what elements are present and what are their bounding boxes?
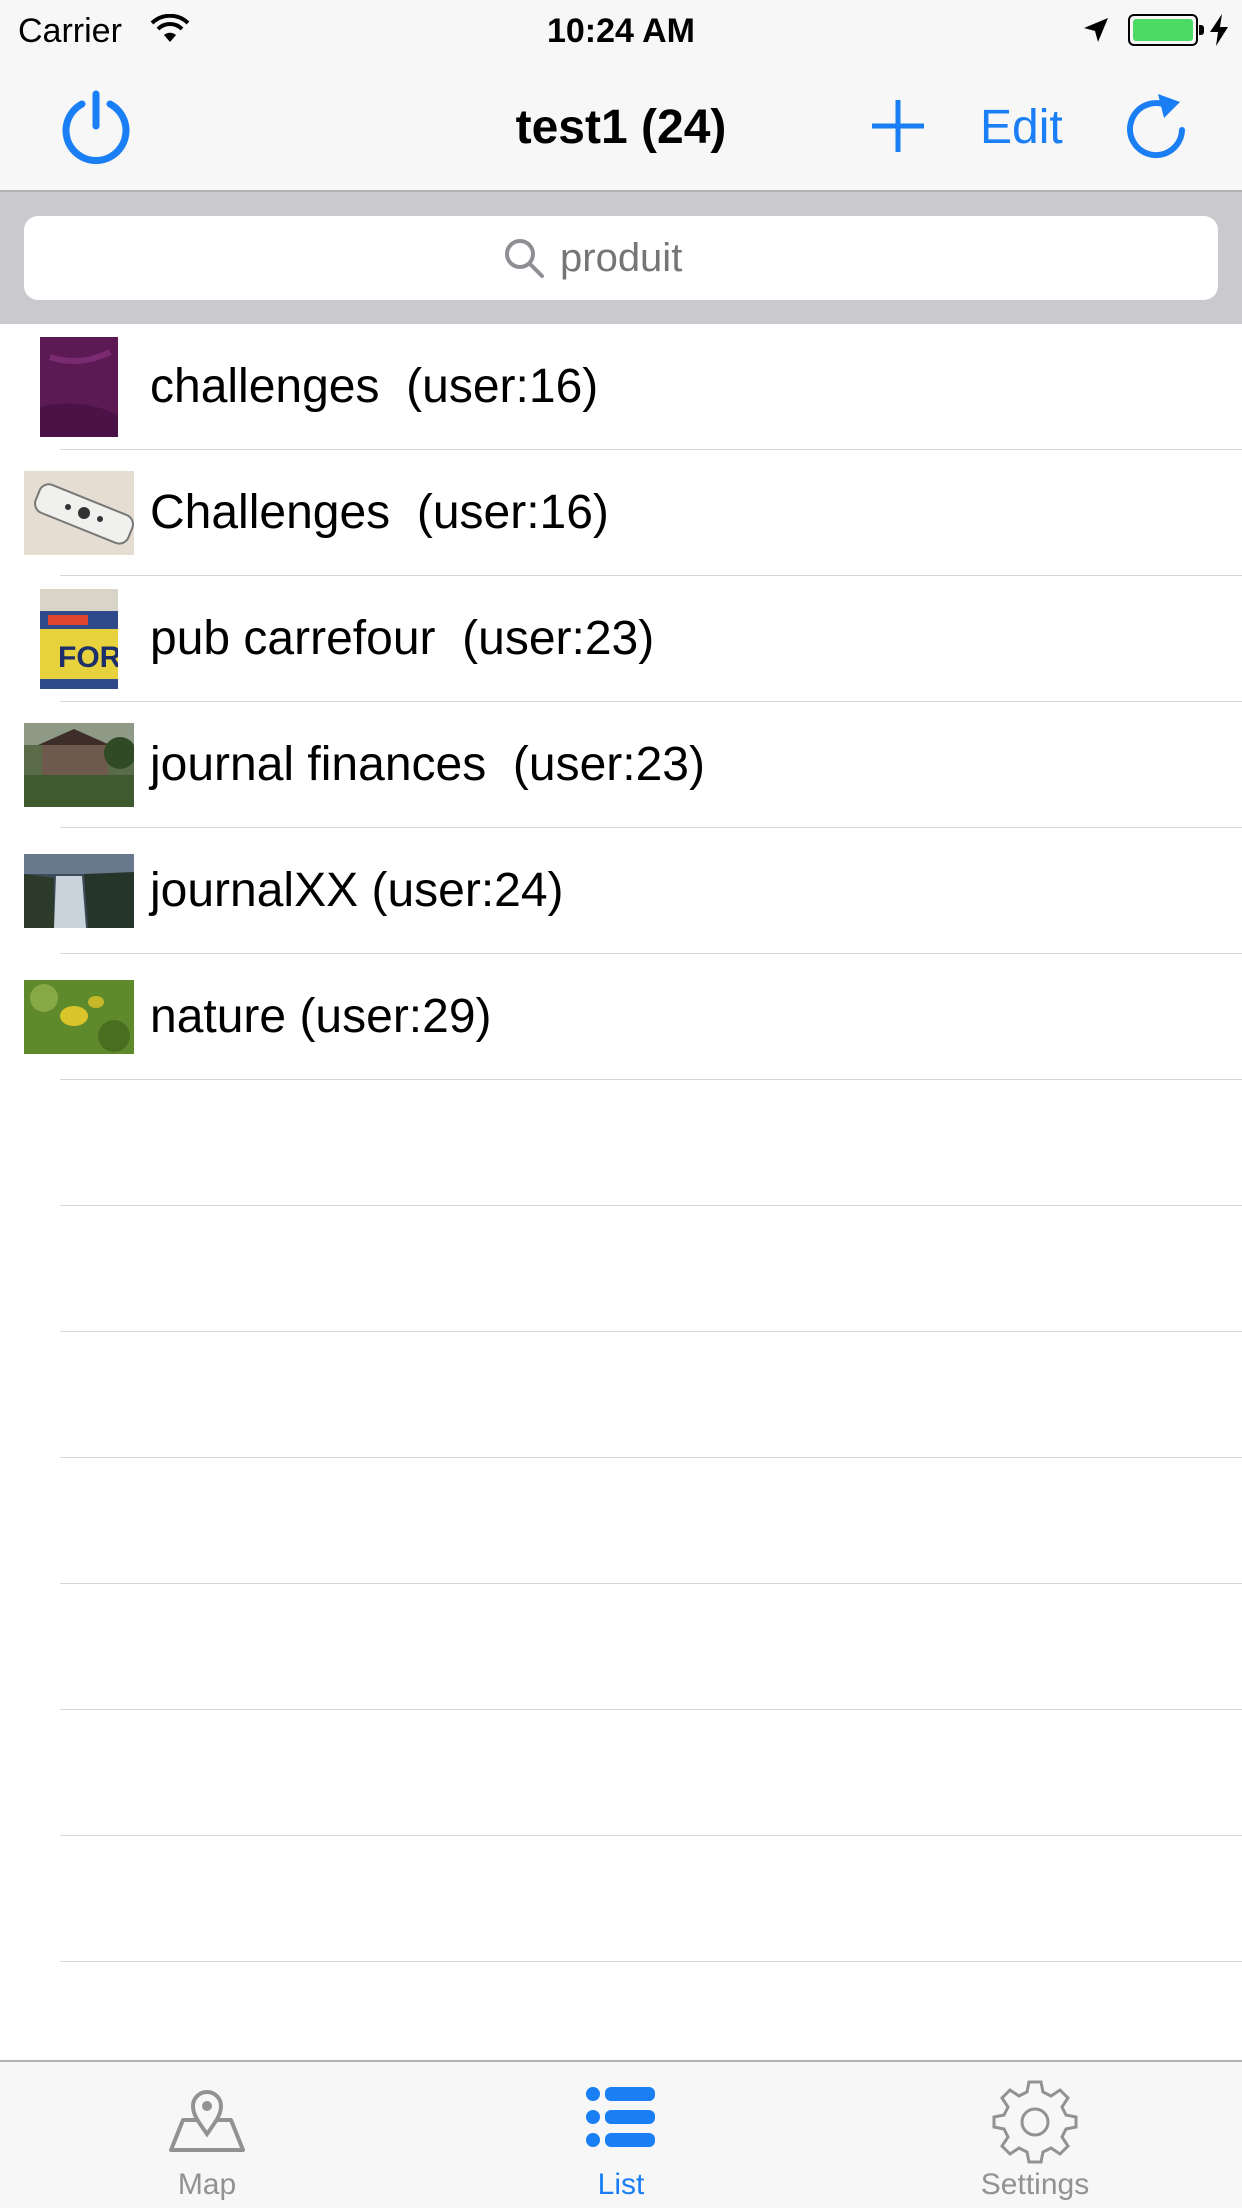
refresh-button[interactable]	[1124, 90, 1190, 160]
list-item[interactable]: Challenges (user:16)	[0, 450, 1242, 576]
empty-row	[0, 1206, 1242, 1332]
tab-list[interactable]: List	[414, 2062, 828, 2208]
tab-bar: Map List Settings	[0, 2060, 1242, 2208]
list-item[interactable]: journalXX (user:24)	[0, 828, 1242, 954]
empty-row	[0, 1836, 1242, 1962]
empty-row	[0, 1080, 1242, 1206]
tab-label: List	[597, 2168, 645, 2201]
battery-icon	[1128, 14, 1204, 46]
search-field[interactable]	[24, 216, 1218, 300]
item-list: challenges (user:16) Challenges (user:16…	[0, 324, 1242, 1962]
carrefour-flyer-thumbnail: FOR	[40, 588, 118, 689]
list-item[interactable]: challenges (user:16)	[0, 324, 1242, 450]
tab-label: Map	[177, 2168, 237, 2201]
status-bar: Carrier 10:24 AM	[0, 0, 1242, 60]
charging-bolt-icon	[1210, 14, 1228, 46]
list-item[interactable]: FOR pub carrefour (user:23)	[0, 576, 1242, 702]
remote-control-thumbnail	[24, 470, 134, 555]
purple-fabric-thumbnail	[40, 336, 118, 437]
map-pin-icon	[169, 2090, 245, 2152]
svg-text:FOR: FOR	[58, 641, 118, 674]
edit-button[interactable]: Edit	[980, 100, 1063, 155]
item-label: journal finances (user:23)	[150, 738, 705, 791]
list-item[interactable]: nature (user:29)	[0, 954, 1242, 1080]
tab-label: Settings	[980, 2168, 1090, 2201]
empty-row	[0, 1332, 1242, 1458]
house-garden-thumbnail	[24, 722, 134, 807]
item-label: Challenges (user:16)	[150, 486, 609, 539]
search-bar	[0, 192, 1242, 324]
item-label: journalXX (user:24)	[150, 864, 564, 917]
waterfall-thumbnail	[24, 853, 134, 928]
search-input[interactable]	[560, 235, 740, 281]
tab-map[interactable]: Map	[0, 2062, 414, 2208]
empty-row	[0, 1710, 1242, 1836]
item-label: pub carrefour (user:23)	[150, 612, 655, 665]
tab-settings[interactable]: Settings	[828, 2062, 1242, 2208]
status-time: 10:24 AM	[546, 12, 696, 50]
item-label: challenges (user:16)	[150, 360, 599, 413]
navigation-bar: test1 (24) Edit	[0, 60, 1242, 192]
empty-row	[0, 1458, 1242, 1584]
location-arrow-icon	[1084, 18, 1108, 42]
search-icon	[505, 239, 544, 278]
lemon-tree-thumbnail	[24, 979, 134, 1054]
list-icon	[586, 2087, 655, 2147]
gear-icon	[992, 2080, 1078, 2164]
power-button[interactable]	[56, 88, 136, 168]
add-button[interactable]	[868, 96, 928, 156]
item-label: nature (user:29)	[150, 990, 492, 1043]
list-item[interactable]: journal finances (user:23)	[0, 702, 1242, 828]
empty-row	[0, 1584, 1242, 1710]
